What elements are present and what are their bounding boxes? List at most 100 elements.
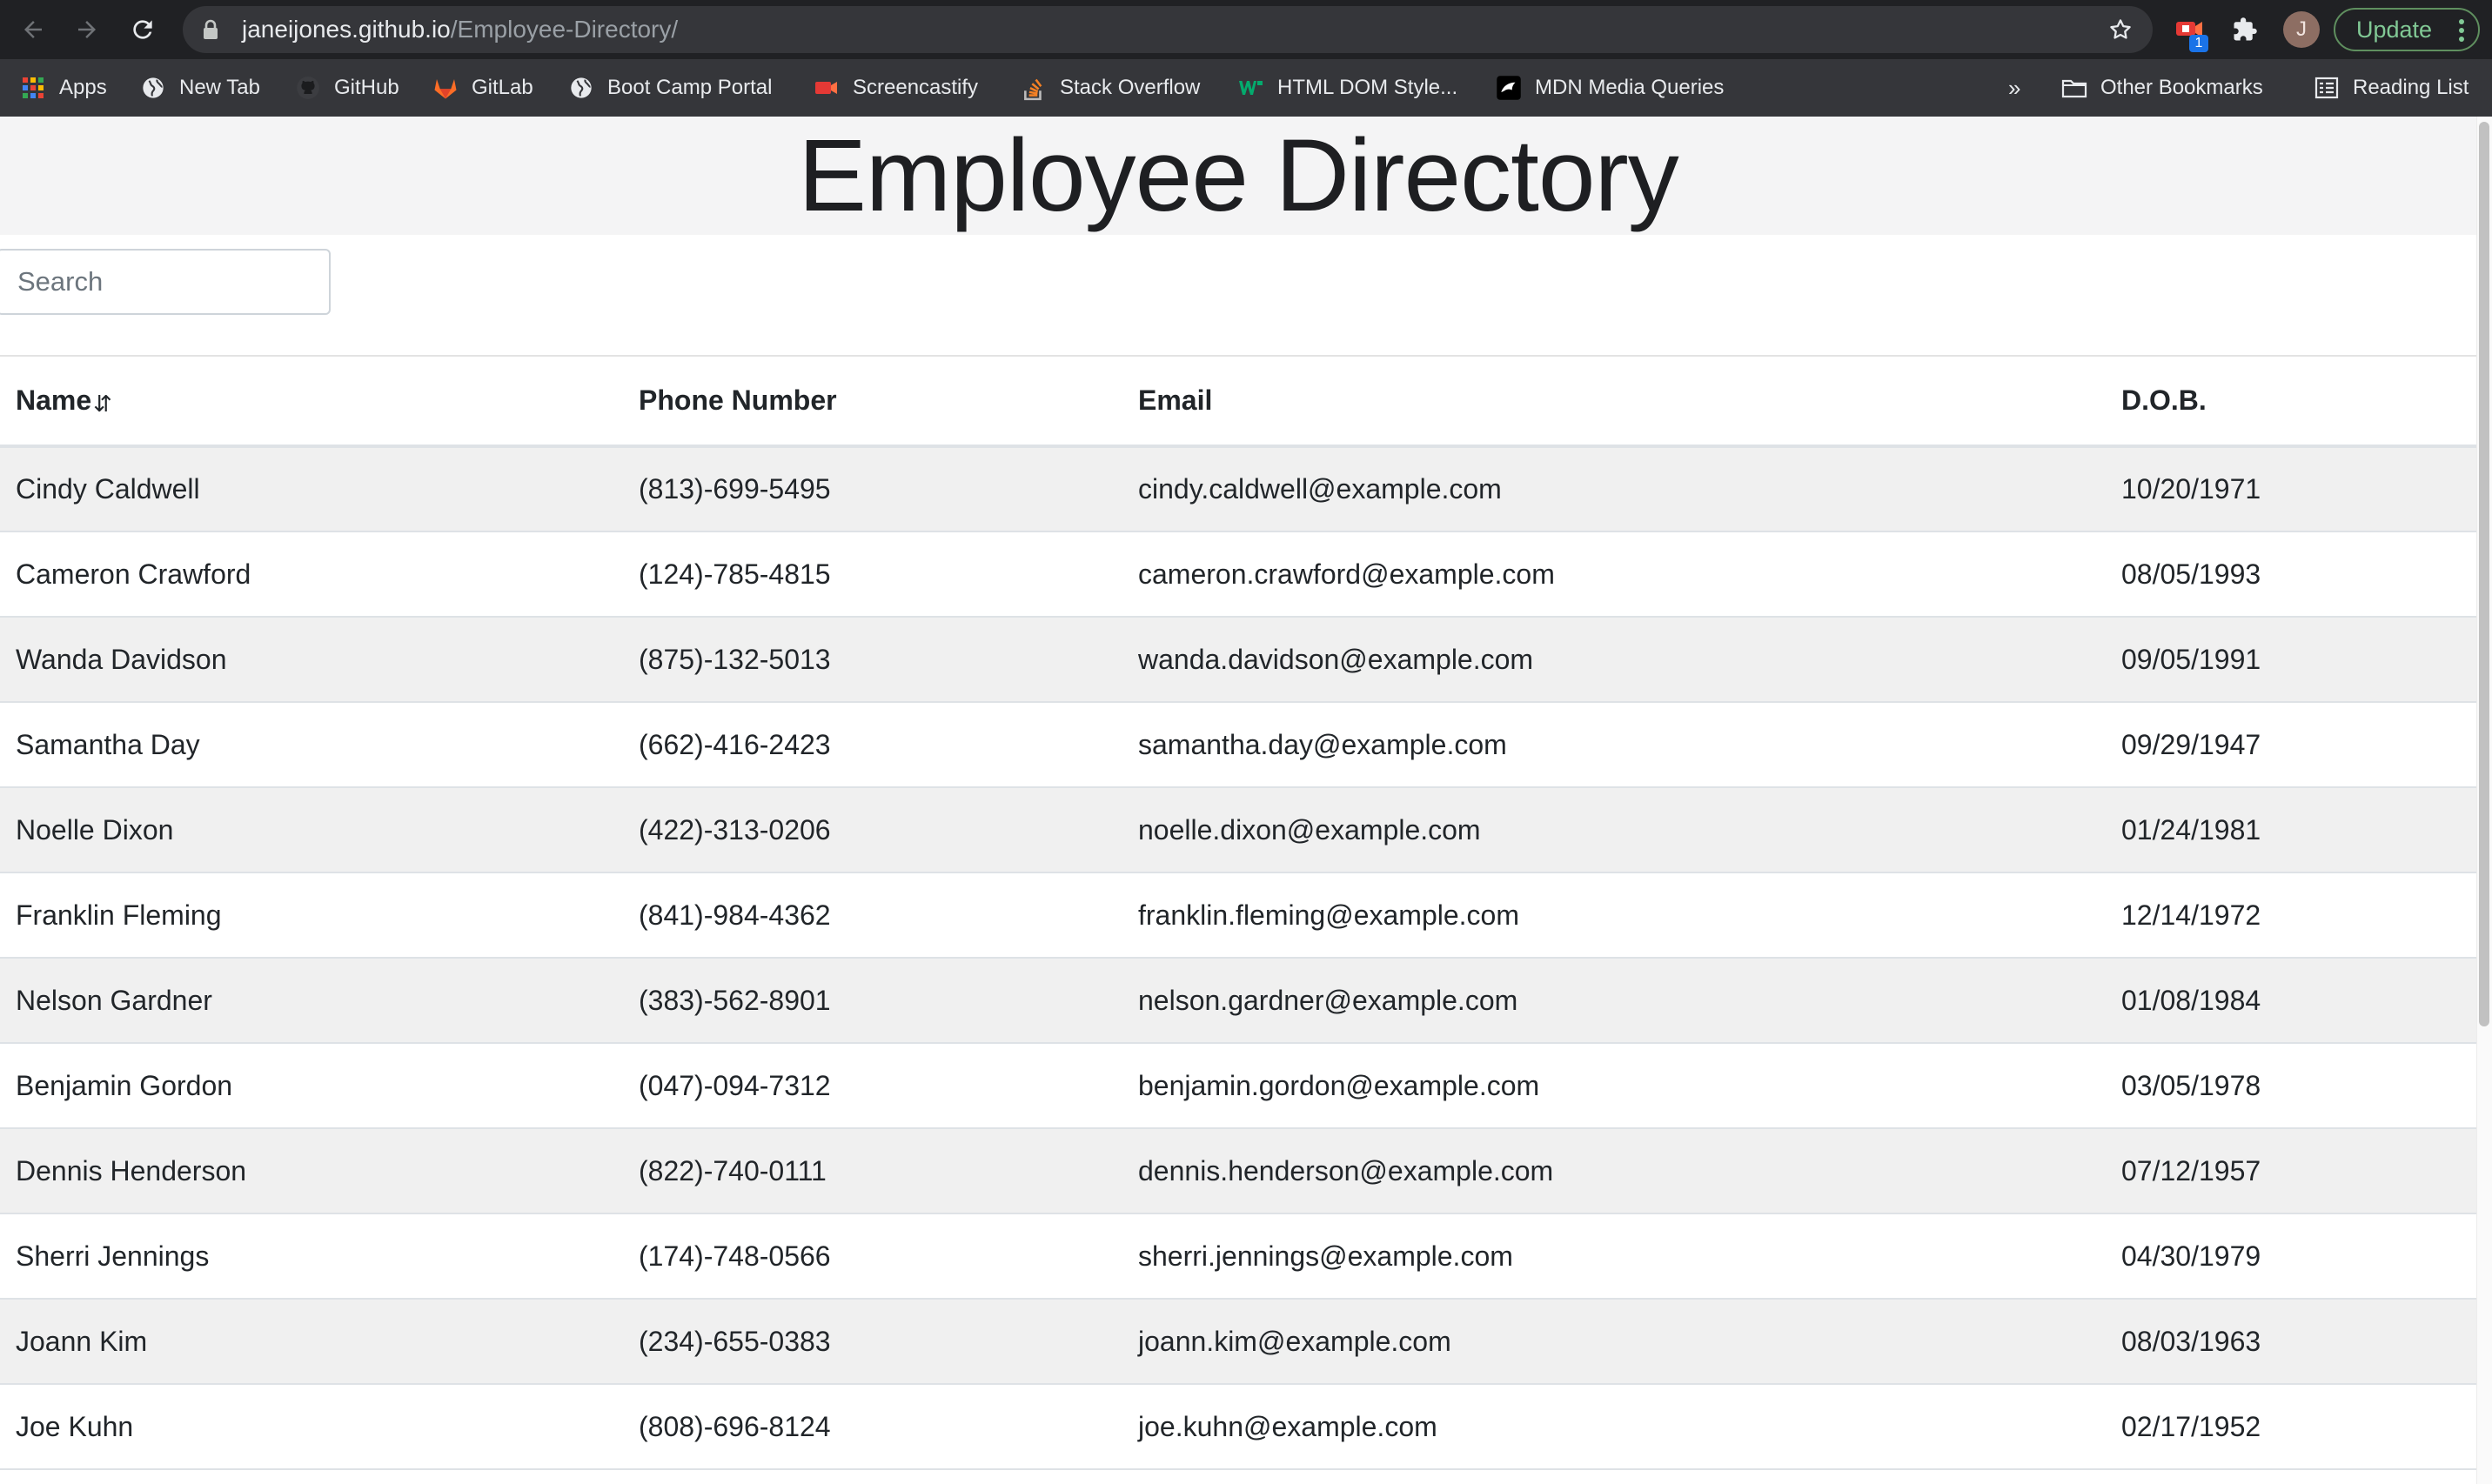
bookmark-label: Boot Camp Portal [607,76,773,99]
bookmark-github[interactable]: GitHub [294,59,399,117]
cell-name: Dennis Henderson [0,1128,623,1214]
bookmark-stack-overflow[interactable]: Stack Overflow [1020,59,1200,117]
cell-name: Nelson Gardner [0,958,623,1044]
bookmarks-bar: Apps New Tab GitHub GitLab Boot Camp Por… [0,59,2492,117]
cell-phone: (047)-094-7312 [623,1043,1122,1129]
extensions-button[interactable] [2226,10,2264,49]
header-jumbotron: Employee Directory [0,117,2476,235]
bookmark-html-dom-style[interactable]: HTML DOM Style... [1237,59,1457,117]
cell-email: dennis.henderson@example.com [1122,1128,2106,1214]
bookmark-label: Apps [59,76,107,99]
cell-email: nelson.gardner@example.com [1122,958,2106,1044]
page-title: Employee Directory [798,118,1679,233]
table-header-row: Name⇵ Phone Number Email D.O.B. [0,355,2476,448]
search-input[interactable] [0,249,331,315]
browser-toolbar: janeijones.github.io/Employee-Directory/… [0,0,2492,59]
bookmark-new-tab[interactable]: New Tab [139,59,260,117]
bookmark-label: Screencastify [853,76,979,99]
profile-avatar[interactable]: J [2283,11,2320,48]
cell-email: benjamin.gordon@example.com [1122,1043,2106,1129]
cell-name: Benjamin Gordon [0,1043,623,1129]
table-row: Joann Kim (234)-655-0383 joann.kim@example… [0,1299,2476,1385]
cell-phone: (808)-696-8124 [623,1384,1122,1470]
reading-list-button[interactable]: Reading List [2313,59,2469,117]
cell-dob: 01/08/1984 [2106,958,2476,1044]
url-host: janeijones.github.io [242,16,451,43]
table-row: Wanda Davidson (875)-132-5013 wanda.davids… [0,617,2476,703]
url-text: janeijones.github.io/Employee-Directory/ [242,6,678,53]
bookmark-gitlab[interactable]: GitLab [432,59,533,117]
cell-phone: (174)-748-0566 [623,1213,1122,1300]
puzzle-piece-icon [2234,17,2257,41]
cell-email: noelle.dixon@example.com [1122,787,2106,873]
stackoverflow-icon [1020,74,1048,102]
reading-list-icon [2313,74,2341,102]
lock-icon [204,19,218,39]
table-row: Dennis Henderson (822)-740-0111 dennis.hen… [0,1128,2476,1214]
cell-phone: (875)-132-5013 [623,617,1122,703]
scrollbar-thumb[interactable] [2479,122,2489,1026]
reload-icon [133,20,152,39]
other-bookmarks-label: Other Bookmarks [2100,76,2263,99]
cell-name: Joe Kuhn [0,1384,623,1470]
bookmark-label: New Tab [179,76,260,99]
cell-dob: 09/05/1991 [2106,617,2476,703]
cell-phone: (813)-699-5495 [623,446,1122,532]
cell-dob: 12/14/1972 [2106,872,2476,959]
globe-icon [567,74,595,102]
cell-phone: (822)-740-0111 [623,1128,1122,1214]
cell-name: Samantha Day [0,702,623,788]
address-bar[interactable]: janeijones.github.io/Employee-Directory/ [183,6,2153,53]
cell-dob: 03/05/1978 [2106,1043,2476,1129]
cell-email: sherri.jennings@example.com [1122,1213,2106,1300]
table-row: Franklin Fleming (841)-984-4362 franklin.f… [0,872,2476,959]
reading-list-label: Reading List [2353,76,2469,99]
cell-dob: 10/20/1971 [2106,446,2476,532]
cell-email: joe.kuhn@example.com [1122,1384,2106,1470]
bookmark-apps[interactable]: Apps [19,59,107,117]
screencastify-icon [813,74,841,102]
back-button[interactable] [16,12,50,47]
w3schools-icon [1237,74,1265,102]
reload-button[interactable] [125,12,160,47]
other-bookmarks-folder[interactable]: Other Bookmarks [2060,59,2263,117]
cell-dob: 07/12/1957 [2106,1128,2476,1214]
cell-phone: (662)-416-2423 [623,702,1122,788]
bookmark-mdn-media-queries[interactable]: MDN Media Queries [1495,59,1724,117]
cell-phone: (124)-785-4815 [623,531,1122,618]
update-button[interactable]: Update [2334,8,2480,51]
cell-email: samantha.day@example.com [1122,702,2106,788]
table-row: Joe Kuhn (808)-696-8124 joe.kuhn@example.c… [0,1384,2476,1470]
table-row: Benjamin Gordon (047)-094-7312 benjamin.go… [0,1043,2476,1129]
column-header-phone: Phone Number [623,355,1122,448]
github-icon [294,74,322,102]
forward-button[interactable] [70,12,104,47]
page-viewport: Employee Directory Name⇵ Phone Number Em… [0,117,2492,1484]
cell-email: wanda.davidson@example.com [1122,617,2106,703]
bookmark-boot-camp-portal[interactable]: Boot Camp Portal [567,59,772,117]
table-row: Samantha Day (662)-416-2423 samantha.day@e… [0,702,2476,788]
cell-name: Wanda Davidson [0,617,623,703]
table-row: Cindy Caldwell (813)-699-5495 cindy.caldwe… [0,446,2476,532]
table-body: Cindy Caldwell (813)-699-5495 cindy.caldwe… [0,446,2476,1470]
column-header-email: Email [1122,355,2106,448]
cell-phone: (383)-562-8901 [623,958,1122,1044]
bookmark-label: MDN Media Queries [1535,76,1725,99]
mdn-icon [1495,74,1523,102]
bookmark-screencastify[interactable]: Screencastify [813,59,978,117]
cell-dob: 08/05/1993 [2106,531,2476,618]
bookmarks-overflow-chevron[interactable]: » [2008,59,2020,117]
column-header-name-label: Name [16,384,92,416]
bookmark-star-icon[interactable] [2107,17,2134,43]
extension-badge: 1 [2189,35,2208,52]
cell-name: Joann Kim [0,1299,623,1385]
table-row: Nelson Gardner (383)-562-8901 nelson.gardn… [0,958,2476,1044]
column-header-name[interactable]: Name⇵ [0,355,623,448]
sort-arrows-icon[interactable]: ⇵ [93,391,112,418]
cell-phone: (234)-655-0383 [623,1299,1122,1385]
update-label: Update [2356,17,2433,43]
column-header-dob: D.O.B. [2106,355,2476,448]
apps-grid-icon [19,74,47,102]
cell-name: Sherri Jennings [0,1213,623,1300]
arrow-left-icon [24,21,42,38]
